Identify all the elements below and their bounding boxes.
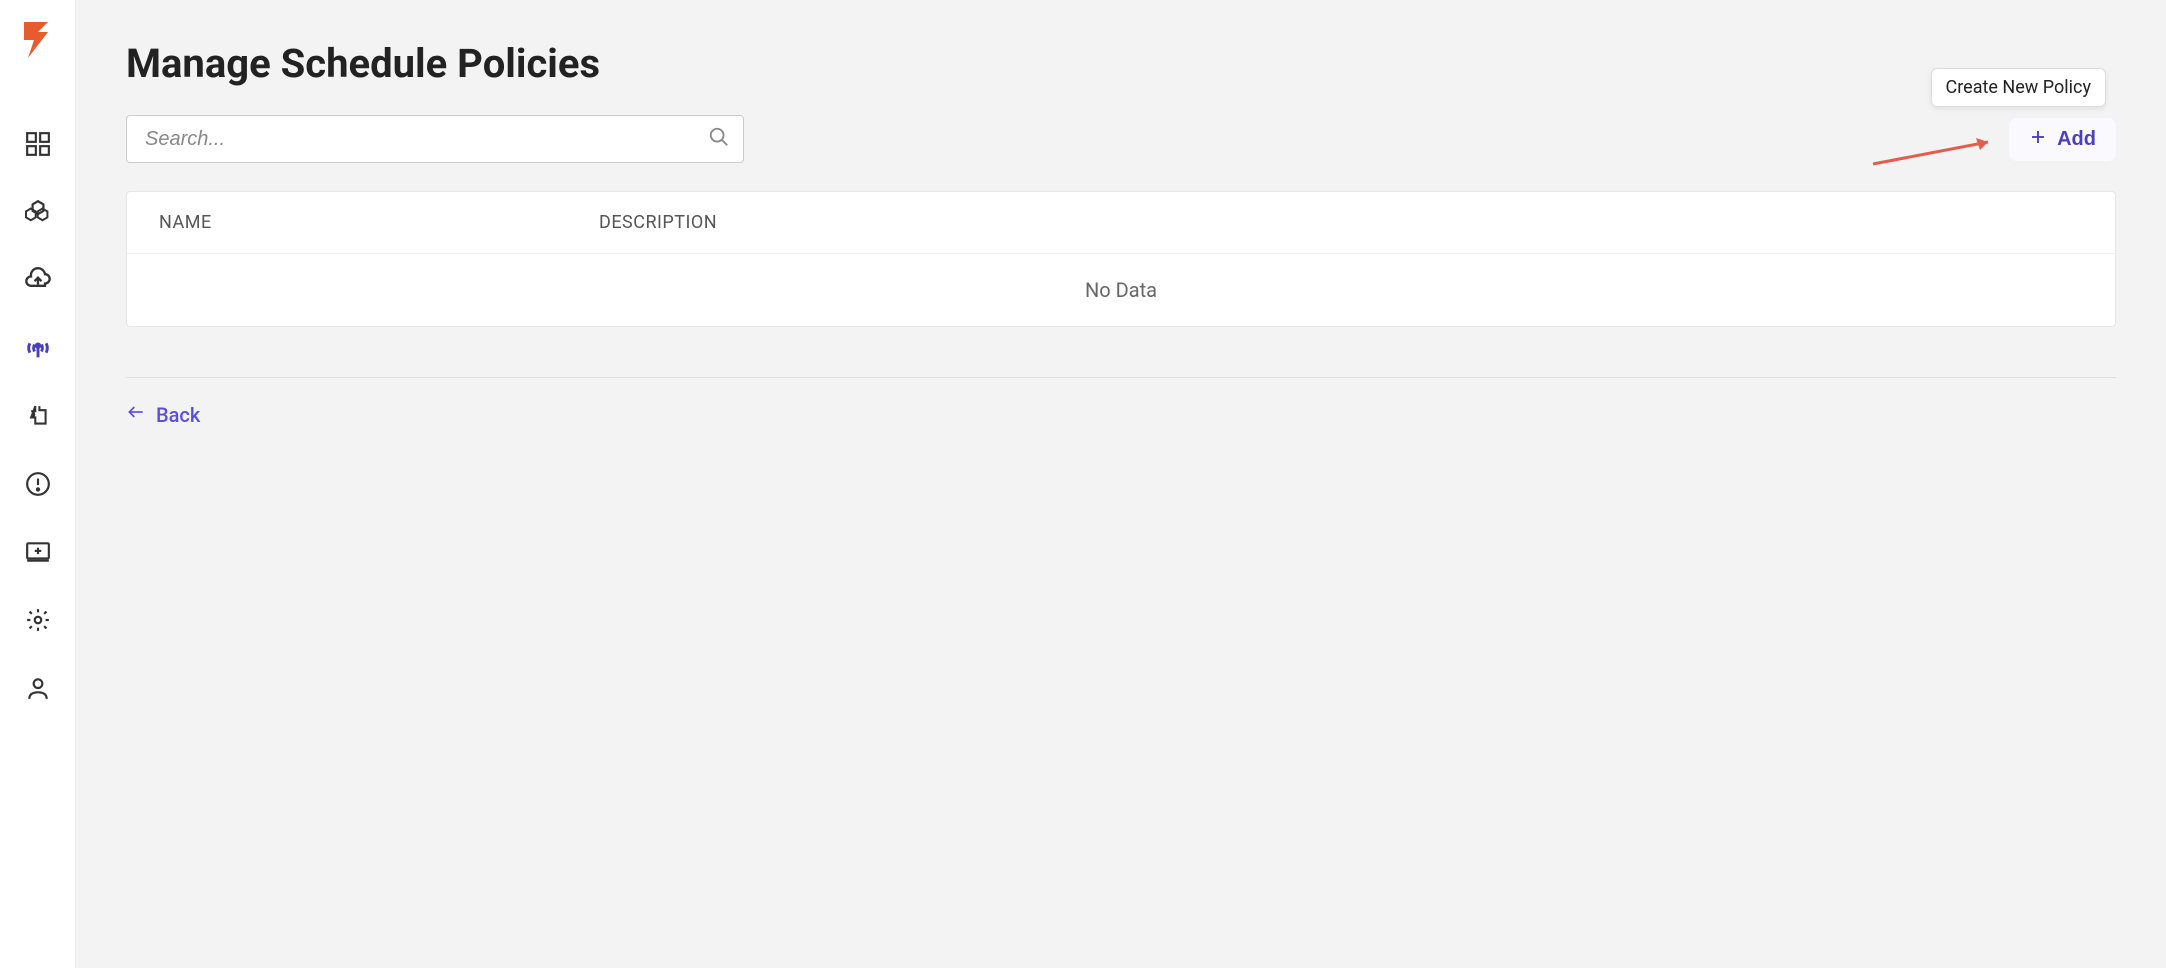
top-row: Create New Policy Add (126, 115, 2116, 163)
main-content: Manage Schedule Policies Create New Poli… (76, 0, 2166, 968)
add-button-label: Add (2057, 128, 2096, 151)
search-wrap (126, 115, 744, 163)
table: NAME DESCRIPTION No Data (126, 191, 2116, 327)
back-arrow-icon (126, 402, 146, 427)
logo (20, 18, 56, 70)
nav-dashboard-icon[interactable] (24, 130, 52, 158)
table-header-name: NAME (159, 212, 599, 233)
nav-cloud-icon[interactable] (24, 266, 52, 294)
page-title: Manage Schedule Policies (126, 40, 2116, 87)
table-header-description: DESCRIPTION (599, 212, 2083, 233)
nav-alert-icon[interactable] (24, 470, 52, 498)
divider (126, 377, 2116, 378)
nav-plugin-icon[interactable] (24, 402, 52, 430)
back-link-label: Back (156, 403, 200, 427)
search-input[interactable] (126, 115, 744, 163)
nav-broadcast-icon[interactable] (24, 334, 52, 362)
create-policy-tooltip: Create New Policy (1931, 68, 2106, 107)
nav-cubes-icon[interactable] (24, 198, 52, 226)
nav-monitor-icon[interactable] (24, 538, 52, 566)
nav-settings-icon[interactable] (24, 606, 52, 634)
sidebar (0, 0, 76, 968)
table-empty: No Data (127, 254, 2115, 326)
add-button[interactable]: Add (2009, 118, 2116, 161)
search-icon (708, 126, 730, 152)
table-header: NAME DESCRIPTION (127, 192, 2115, 254)
nav-user-icon[interactable] (24, 674, 52, 702)
back-link[interactable]: Back (126, 402, 200, 427)
arrow-annotation (1868, 134, 2008, 178)
plus-icon (2029, 128, 2047, 150)
